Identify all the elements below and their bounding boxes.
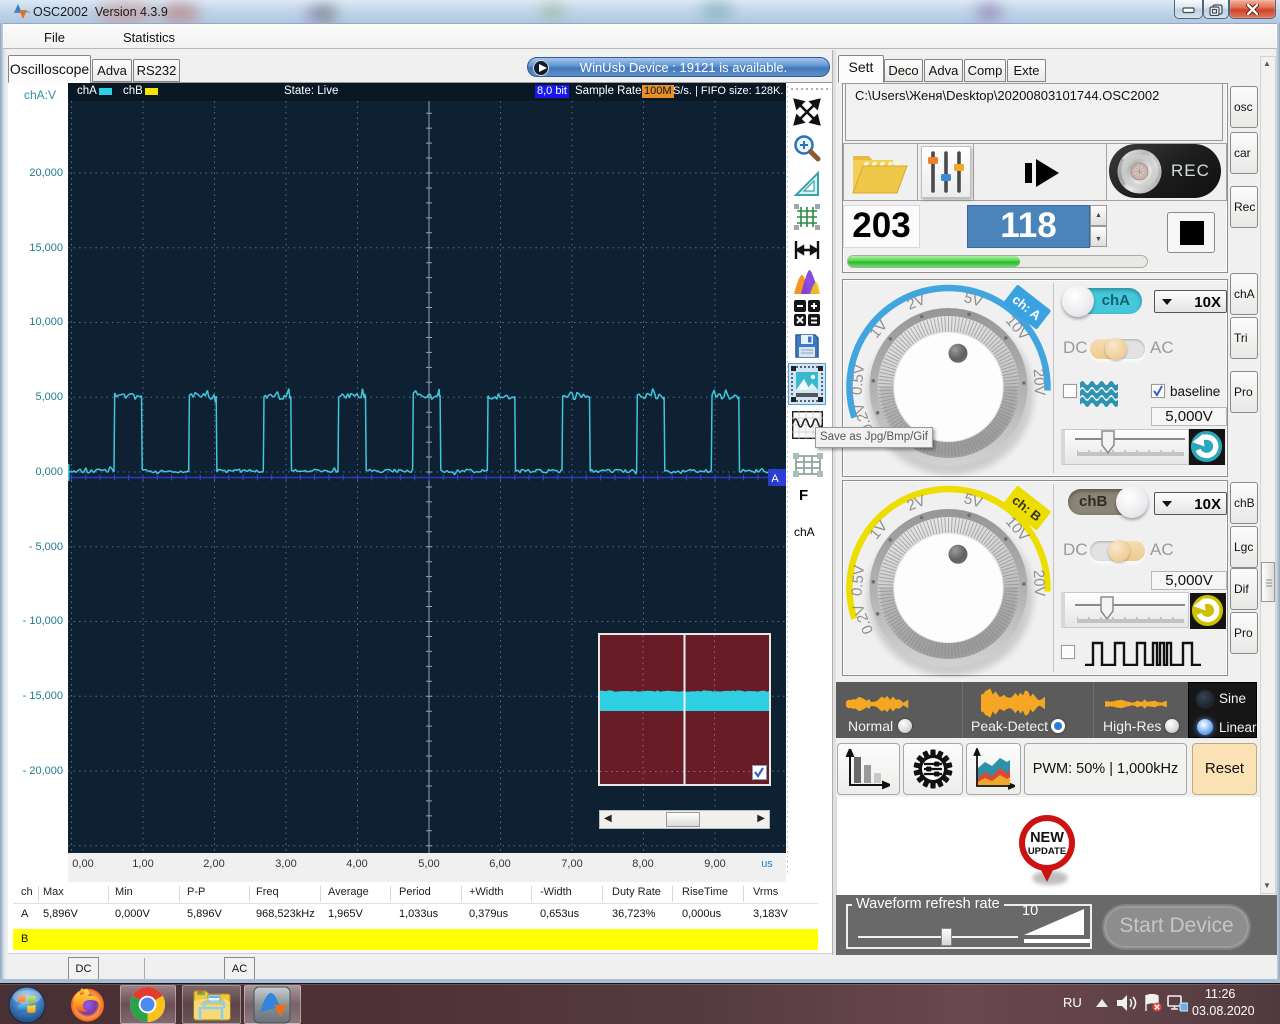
svg-text:UPDATE: UPDATE xyxy=(1028,846,1066,857)
svg-text:A: A xyxy=(771,473,779,485)
svg-text:20V: 20V xyxy=(1030,368,1048,396)
svg-text:NEW: NEW xyxy=(1030,830,1064,846)
svg-text:0.5V: 0.5V xyxy=(848,363,868,395)
svg-text:5V: 5V xyxy=(962,490,984,511)
svg-text:5V: 5V xyxy=(962,289,984,310)
svg-text:20V: 20V xyxy=(1030,569,1048,597)
svg-text:0.5V: 0.5V xyxy=(848,564,868,596)
